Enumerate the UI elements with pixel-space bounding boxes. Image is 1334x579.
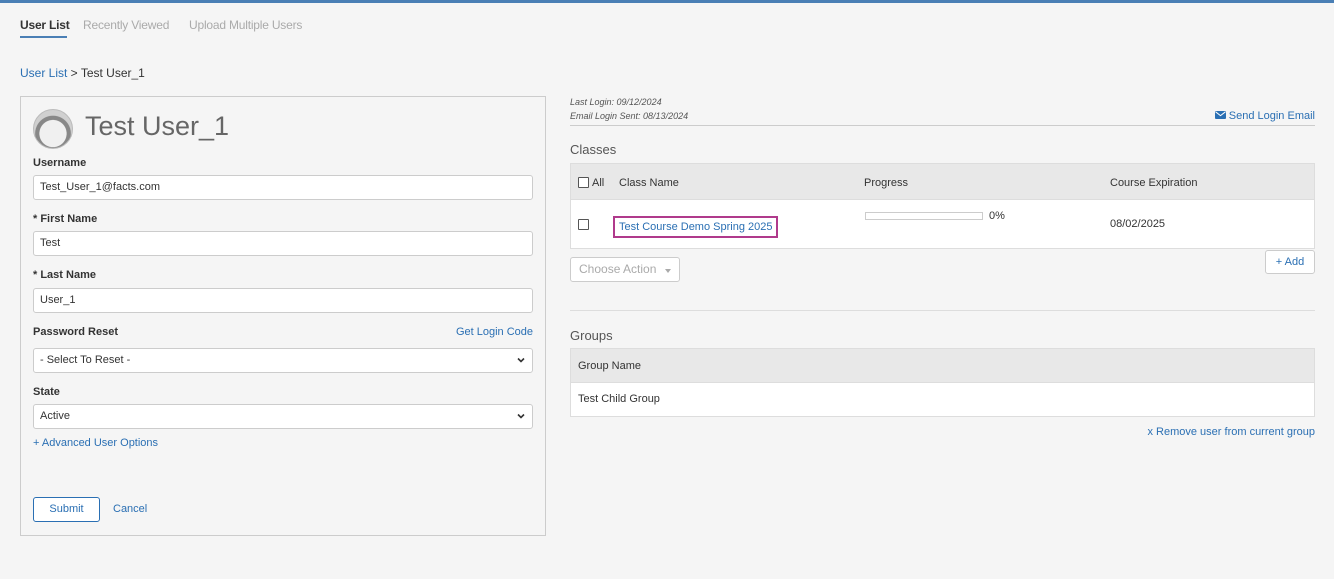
section-divider xyxy=(570,310,1315,311)
last-name-label: * Last Name xyxy=(33,269,96,281)
classes-heading: Classes xyxy=(570,142,617,157)
class-name-column-header[interactable]: Class Name xyxy=(619,177,679,189)
tab-user-list[interactable]: User List xyxy=(20,18,70,32)
state-select[interactable]: Active xyxy=(33,404,533,429)
advanced-user-options-link[interactable]: + Advanced User Options xyxy=(33,437,158,449)
breadcrumb-separator: > xyxy=(67,66,81,80)
meta-divider xyxy=(570,125,1315,126)
caret-down-icon xyxy=(665,269,671,273)
last-name-field[interactable]: User_1 xyxy=(33,288,533,313)
user-edit-form: Test User_1 Username Test_User_1@facts.c… xyxy=(20,96,546,536)
course-expiration-value: 08/02/2025 xyxy=(1110,218,1166,230)
class-name-link[interactable]: Test Course Demo Spring 2025 xyxy=(613,216,779,238)
breadcrumb: User List > Test User_1 xyxy=(20,66,145,80)
choose-action-label: Choose Action xyxy=(579,262,657,276)
remove-from-group-link[interactable]: x Remove user from current group xyxy=(1147,426,1315,438)
classes-table: All Class Name Progress Course Expiratio… xyxy=(570,163,1315,249)
group-name-value: Test Child Group xyxy=(578,393,660,405)
first-name-label: * First Name xyxy=(33,213,98,225)
password-reset-select[interactable]: - Select To Reset - xyxy=(33,348,533,373)
password-reset-selected: - Select To Reset - xyxy=(40,354,131,366)
groups-table: Group Name Test Child Group xyxy=(570,348,1315,417)
progress-column-header[interactable]: Progress xyxy=(864,177,908,189)
select-all-label: All xyxy=(592,177,605,189)
course-expiration-column-header[interactable]: Course Expiration xyxy=(1110,177,1197,189)
state-selected: Active xyxy=(40,410,70,422)
username-label: Username xyxy=(33,157,87,169)
chevron-down-icon xyxy=(517,357,525,363)
select-all-checkbox[interactable] xyxy=(578,177,589,188)
active-tab-underline xyxy=(20,36,67,38)
envelope-icon xyxy=(1214,111,1226,119)
send-login-email-link[interactable]: Send Login Email xyxy=(1214,110,1315,122)
groups-table-header: Group Name xyxy=(571,349,1314,383)
group-name-column-header[interactable]: Group Name xyxy=(578,360,641,372)
tab-upload-multiple-users[interactable]: Upload Multiple Users xyxy=(189,18,302,32)
classes-table-header: All Class Name Progress Course Expiratio… xyxy=(571,164,1314,200)
chevron-down-icon xyxy=(517,413,525,419)
submit-button[interactable]: Submit xyxy=(33,497,100,522)
user-avatar-icon xyxy=(33,109,73,149)
password-reset-label: Password Reset xyxy=(33,326,118,338)
last-login-text: Last Login: 09/12/2024 xyxy=(570,97,662,107)
progress-percent: 0% xyxy=(989,210,1005,222)
state-label: State xyxy=(33,386,60,398)
cancel-button[interactable]: Cancel xyxy=(113,503,147,515)
send-login-email-label: Send Login Email xyxy=(1228,110,1315,122)
first-name-field[interactable]: Test xyxy=(33,231,533,256)
choose-action-select[interactable]: Choose Action xyxy=(570,257,680,282)
breadcrumb-user-list-link[interactable]: User List xyxy=(20,66,67,80)
add-class-button[interactable]: + Add xyxy=(1265,250,1315,274)
breadcrumb-current: Test User_1 xyxy=(80,66,145,80)
table-row: Test Child Group xyxy=(571,383,1314,416)
progress-bar xyxy=(865,212,983,220)
user-display-name: Test User_1 xyxy=(85,111,230,141)
groups-heading: Groups xyxy=(570,328,613,343)
top-accent-bar xyxy=(0,0,1334,3)
table-row: Test Course Demo Spring 2025 0% 08/02/20… xyxy=(571,200,1314,248)
get-login-code-link[interactable]: Get Login Code xyxy=(456,326,533,338)
username-field[interactable]: Test_User_1@facts.com xyxy=(33,175,533,200)
row-checkbox[interactable] xyxy=(578,219,589,230)
email-login-sent-text: Email Login Sent: 08/13/2024 xyxy=(570,111,689,121)
tab-recently-viewed[interactable]: Recently Viewed xyxy=(83,18,169,32)
